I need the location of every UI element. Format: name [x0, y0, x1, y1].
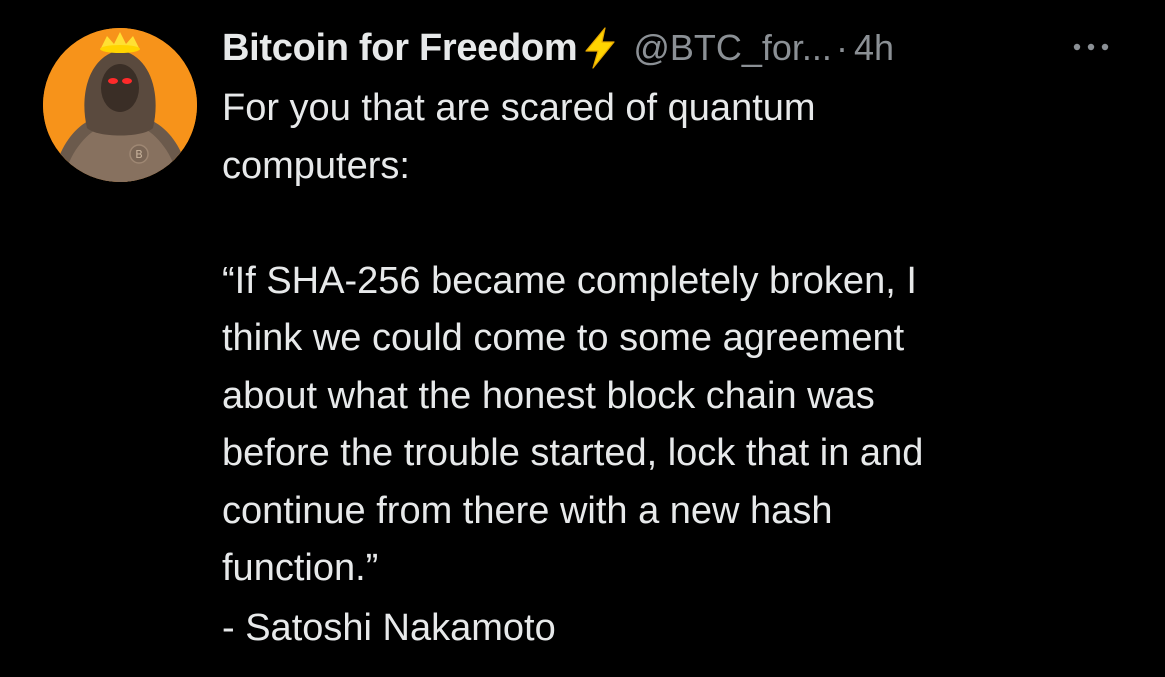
timestamp[interactable]: 4h — [854, 27, 894, 69]
author-display-name[interactable]: Bitcoin for Freedom — [222, 27, 578, 70]
tweet-text: For you that are scared of quantum compu… — [222, 87, 924, 589]
author-handle[interactable]: @BTC_for... — [633, 27, 832, 69]
lightning-bolt-icon — [581, 26, 619, 70]
more-options-icon[interactable] — [1068, 34, 1114, 60]
tweet-attribution: - Satoshi Nakamoto — [222, 607, 556, 649]
tweet-header: Bitcoin for Freedom @BTC_for... · 4h — [222, 24, 894, 72]
hooded-figure-avatar-icon: B — [43, 28, 197, 182]
separator-dot: · — [835, 27, 848, 68]
tweet-card[interactable]: B Bitcoin for Freedom @BTC_for... · 4h F… — [0, 0, 1165, 677]
svg-text:B: B — [135, 148, 143, 161]
avatar[interactable]: B — [43, 28, 197, 182]
